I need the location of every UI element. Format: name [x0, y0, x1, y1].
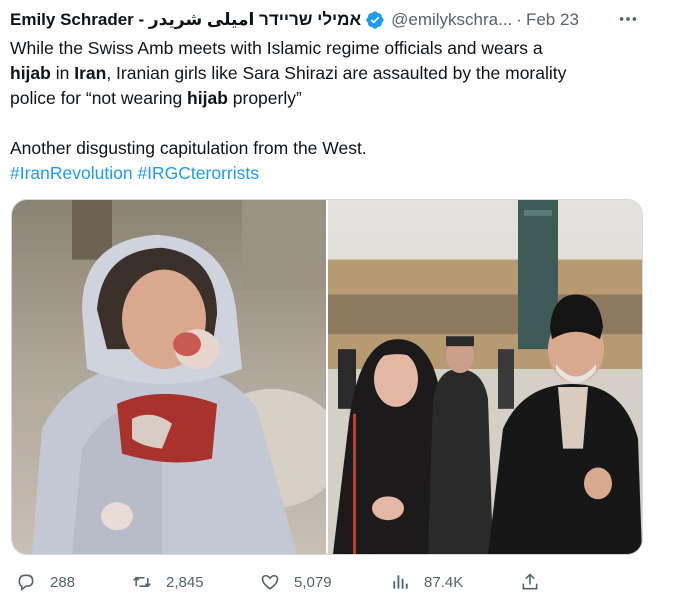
retweet-button[interactable]: 2,845	[132, 572, 204, 592]
heart-icon	[261, 574, 279, 590]
hashtag-link[interactable]: #IranRevolution	[10, 163, 133, 183]
text-segment: police for “not wearing	[10, 88, 188, 108]
text-segment: in	[50, 63, 75, 83]
views-icon	[393, 575, 408, 589]
verified-badge-icon	[365, 10, 385, 30]
tweet-text-line: hijab in Iran, Iranian girls like Sara S…	[10, 61, 650, 86]
separator-dot: ·	[516, 10, 522, 29]
tweet-media	[11, 199, 643, 555]
bold-word: hijab	[10, 63, 51, 83]
views-count: 87.4K	[424, 573, 464, 591]
author-name[interactable]: Emily Schrader - אמילי שריידר امیلی شرید…	[10, 9, 361, 31]
text-segment: While the Swiss Amb meets with Islamic r…	[10, 38, 543, 58]
media-image-right[interactable]	[328, 200, 642, 554]
cleric-photo	[328, 200, 642, 554]
retweet-count: 2,845	[166, 573, 204, 591]
tweet-header: Emily Schrader - אמילי שריידר امیلی شرید…	[10, 8, 660, 32]
tweet-actions: 288 2,845 5,079 87.4K	[8, 568, 648, 596]
more-icon[interactable]	[616, 8, 640, 30]
author-handle[interactable]: @emilykschra...	[391, 9, 512, 31]
girl-photo	[12, 200, 326, 554]
like-count: 5,079	[294, 573, 332, 591]
text-segment: properly”	[227, 88, 302, 108]
reply-icon	[18, 574, 34, 592]
tweet-text-line: Another disgusting capitulation from the…	[10, 136, 650, 161]
bold-word: hijab	[187, 88, 228, 108]
share-button[interactable]	[520, 572, 554, 592]
tweet-date[interactable]: Feb 23	[526, 9, 579, 31]
views-button[interactable]: 87.4K	[390, 572, 463, 592]
text-segment: Another disgusting capitulation from the…	[10, 138, 367, 158]
hashtag-line: #IranRevolution #IRGCterorrists	[10, 161, 650, 186]
tweet: Emily Schrader - אמילי שריידר امیلی شرید…	[0, 0, 674, 600]
reply-count: 288	[50, 573, 76, 591]
text-segment: , Iranian girls like Sara Shirazi are as…	[106, 63, 567, 83]
tweet-text-line: police for “not wearing hijab properly”	[10, 86, 650, 111]
retweet-icon	[133, 576, 151, 588]
bold-word: Iran	[74, 63, 107, 83]
reply-button[interactable]: 288	[16, 572, 75, 592]
hashtag-link[interactable]: #IRGCterorrists	[137, 163, 259, 183]
media-image-left[interactable]	[12, 200, 326, 554]
like-button[interactable]: 5,079	[260, 572, 332, 592]
tweet-text: While the Swiss Amb meets with Islamic r…	[10, 36, 650, 186]
tweet-text-line: While the Swiss Amb meets with Islamic r…	[10, 36, 650, 61]
share-icon	[522, 573, 538, 590]
